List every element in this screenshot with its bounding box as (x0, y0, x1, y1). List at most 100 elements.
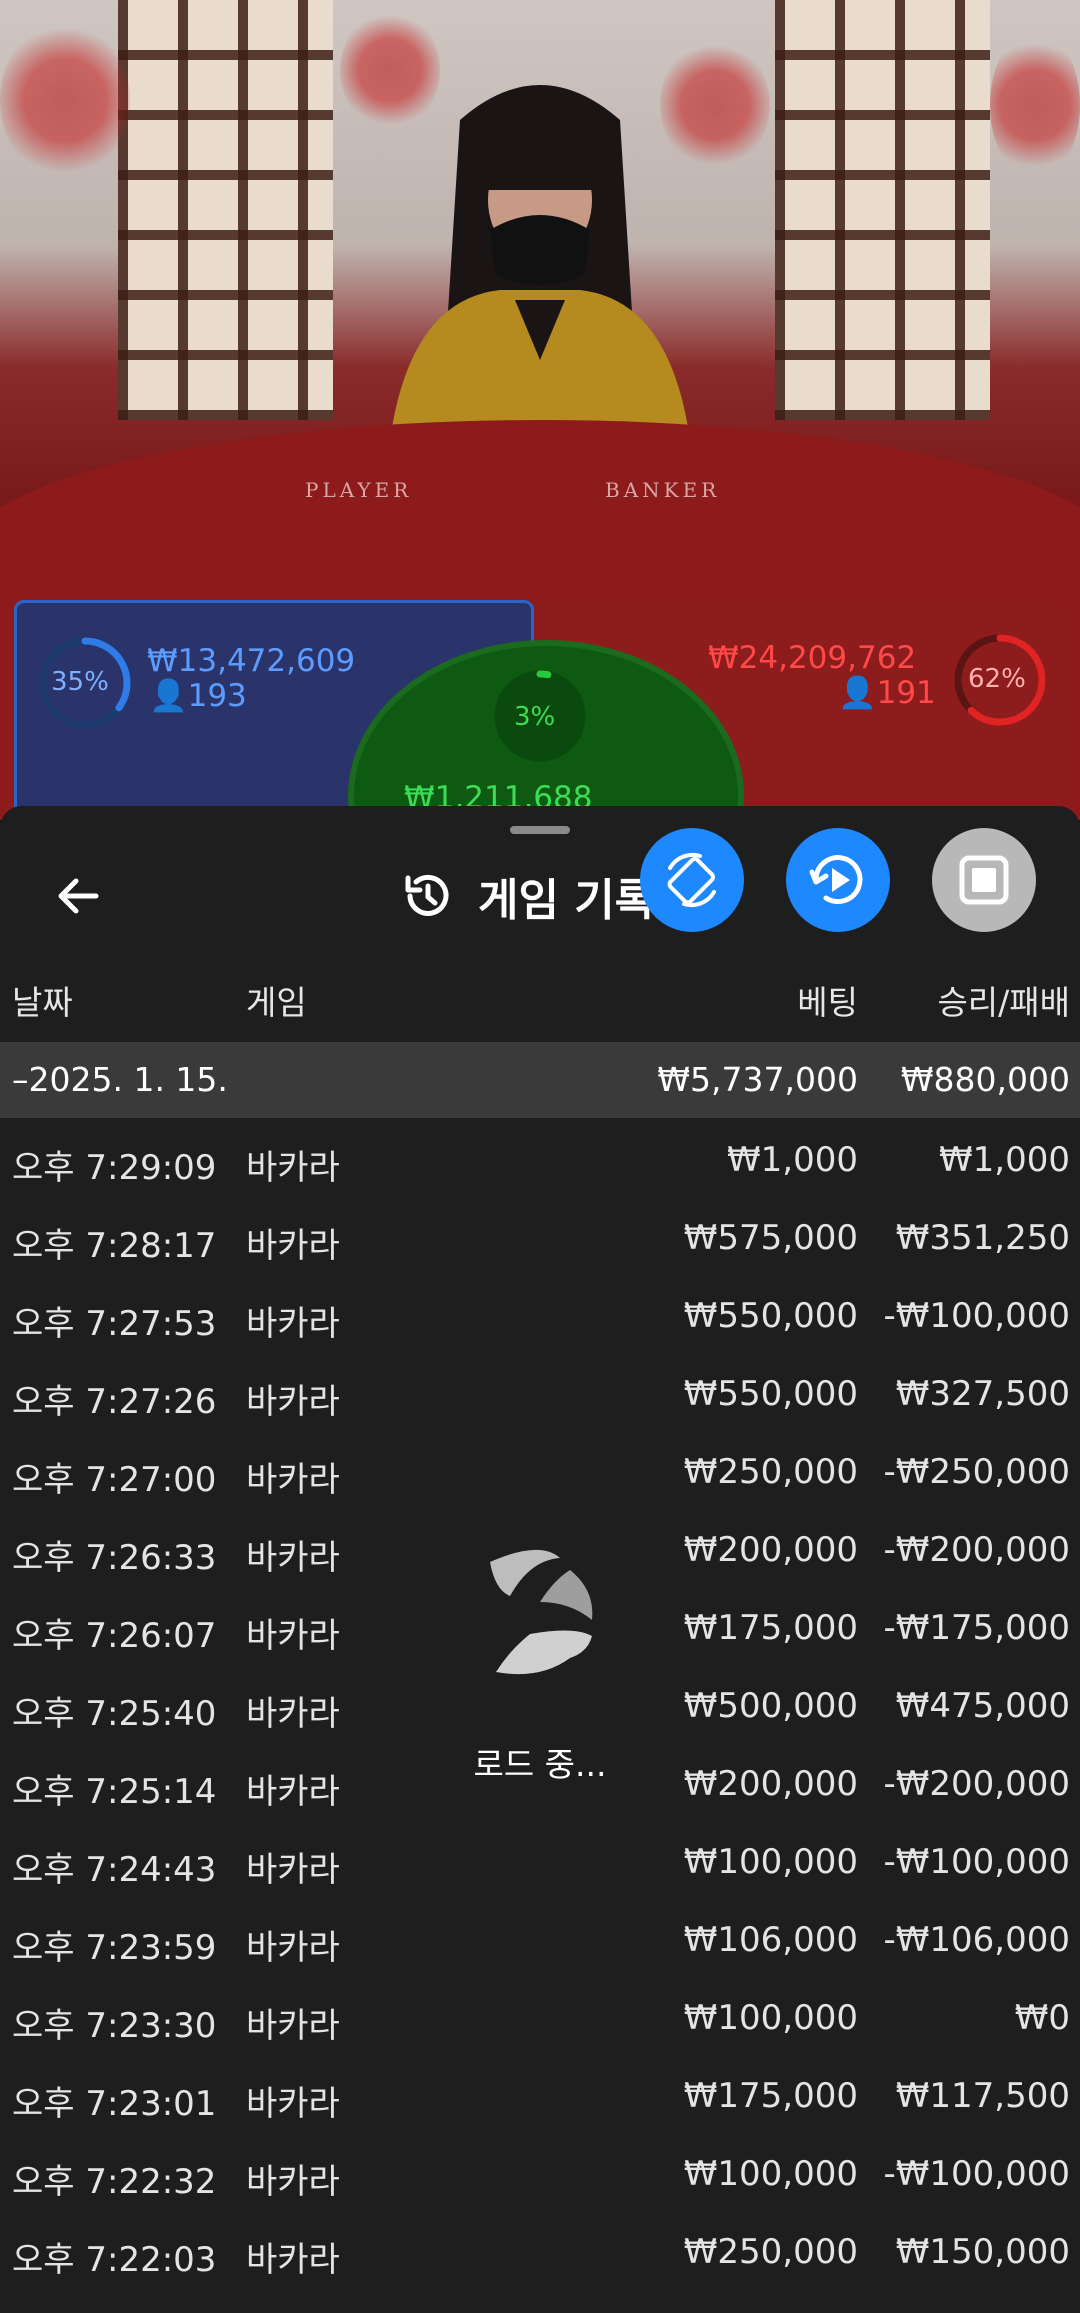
date-group-row[interactable]: –2025. 1. 15. ₩5,737,000 ₩880,000 (0, 1042, 1080, 1118)
row-game: 바카라 (246, 2006, 340, 2046)
banker-bet-amount: ₩24,209,762 (708, 640, 917, 676)
column-header-date[interactable]: 날짜 (12, 976, 73, 1026)
banker-count: 191 (876, 675, 936, 711)
row-game: 바카라 (246, 1538, 340, 1578)
column-header-bet[interactable]: 베팅 (797, 976, 858, 1026)
row-time: 오후 7:26:07 (12, 1616, 217, 1656)
row-result: ₩351,250 (895, 1218, 1070, 1258)
history-icon (405, 874, 449, 916)
replay-icon (809, 855, 863, 905)
column-header-result[interactable]: 승리/패배 (937, 976, 1070, 1026)
row-bet: ₩100,000 (683, 1998, 858, 2038)
row-time: 오후 7:26:33 (12, 1538, 217, 1578)
row-bet: ₩500,000 (683, 1686, 858, 1726)
player-percent: 35% (51, 667, 109, 697)
sheet-drag-handle[interactable] (510, 826, 570, 834)
history-row[interactable]: 오후 7:22:03 바카라 ₩250,000 ₩150,000 (0, 2218, 1080, 2296)
history-row[interactable]: 오후 7:29:09 바카라 ₩1,000 ₩1,000 (0, 1126, 1080, 1204)
row-game: 바카라 (246, 1694, 340, 1734)
row-game: 바카라 (246, 2162, 340, 2202)
row-result: ₩150,000 (895, 2232, 1070, 2272)
history-row[interactable]: 오후 7:23:30 바카라 ₩100,000 ₩0 (0, 1984, 1080, 2062)
row-time: 오후 7:27:26 (12, 1382, 217, 1422)
row-bet: ₩550,000 (683, 1296, 858, 1336)
row-bet: ₩200,000 (683, 1530, 858, 1570)
banker-count-row: 👤191 (838, 674, 936, 711)
row-game: 바카라 (246, 1928, 340, 1968)
row-time: 오후 7:23:30 (12, 2006, 217, 2046)
row-bet: ₩175,000 (683, 1608, 858, 1648)
row-game: 바카라 (246, 2084, 340, 2124)
history-row[interactable]: 오후 7:27:00 바카라 ₩250,000 -₩250,000 (0, 1438, 1080, 1516)
decor-screen-right (775, 0, 990, 420)
loading-text: 로드 중... (473, 1745, 607, 1784)
row-time: 오후 7:22:03 (12, 2240, 217, 2280)
row-result: ₩1,000 (939, 1140, 1070, 1180)
row-time: 오후 7:25:14 (12, 1772, 217, 1812)
banker-percent: 62% (968, 664, 1026, 694)
row-bet: ₩550,000 (683, 1374, 858, 1414)
loading-spinner-icon (490, 1549, 593, 1675)
row-result: -₩100,000 (883, 1842, 1071, 1882)
row-game: 바카라 (246, 1382, 340, 1422)
arrow-left-icon[interactable] (48, 866, 108, 926)
row-result: -₩100,000 (883, 1296, 1071, 1336)
player-bet-amount: ₩13,472,609 (147, 643, 356, 679)
decor-blossom (0, 20, 130, 180)
live-video: PLAYER BANKER 35% ₩13,472,609 👤193 ₩24,2… (0, 0, 1080, 820)
row-bet: ₩100,000 (683, 2154, 858, 2194)
user-icon: 👤 (149, 678, 188, 714)
row-game: 바카라 (246, 1304, 340, 1344)
history-row[interactable]: 오후 7:23:01 바카라 ₩175,000 ₩117,500 (0, 2062, 1080, 2140)
row-result: ₩117,500 (895, 2076, 1070, 2116)
group-bet-total: ₩5,737,000 (657, 1060, 858, 1099)
history-row[interactable]: 오후 7:28:17 바카라 ₩575,000 ₩351,250 (0, 1204, 1080, 1282)
row-game: 바카라 (246, 2240, 340, 2280)
rotate-device-icon (667, 852, 716, 908)
user-icon: 👤 (838, 675, 877, 711)
column-header-game[interactable]: 게임 (246, 976, 307, 1026)
row-time: 오후 7:25:40 (12, 1694, 217, 1734)
row-bet: ₩1,000 (727, 1140, 858, 1180)
row-result: -₩106,000 (883, 1920, 1071, 1960)
history-row[interactable]: 오후 7:24:43 바카라 ₩100,000 -₩100,000 (0, 1828, 1080, 1906)
row-bet: ₩175,000 (683, 2076, 858, 2116)
rotate-button[interactable] (640, 828, 744, 932)
row-result: -₩200,000 (883, 1764, 1071, 1804)
decor-blossom (990, 30, 1080, 180)
player-table-label: PLAYER (305, 478, 413, 502)
row-result: ₩327,500 (895, 1374, 1070, 1414)
row-time: 오후 7:29:09 (12, 1148, 217, 1188)
dealer-figure (390, 85, 690, 477)
row-result: ₩475,000 (895, 1686, 1070, 1726)
stop-button[interactable] (932, 828, 1036, 932)
row-time: 오후 7:28:17 (12, 1226, 217, 1266)
row-result: -₩200,000 (883, 1530, 1071, 1570)
stop-icon (959, 855, 1009, 905)
tie-percent: 3% (514, 702, 556, 732)
row-time: 오후 7:24:43 (12, 1850, 217, 1890)
player-count-row: 👤193 (149, 677, 247, 714)
history-row[interactable]: 오후 7:27:53 바카라 ₩550,000 -₩100,000 (0, 1282, 1080, 1360)
row-time: 오후 7:27:00 (12, 1460, 217, 1500)
row-bet: ₩575,000 (683, 1218, 858, 1258)
row-bet: ₩106,000 (683, 1920, 858, 1960)
banker-table-label: BANKER (605, 478, 721, 502)
row-game: 바카라 (246, 1616, 340, 1656)
sheet-title-text: 게임 기록 (478, 875, 656, 926)
row-time: 오후 7:23:01 (12, 2084, 217, 2124)
row-result: -₩250,000 (883, 1452, 1071, 1492)
row-game: 바카라 (246, 1226, 340, 1266)
game-history-sheet: 게임 기록 날짜 게임 베팅 승리/패배 –2025. 1. 15. ₩5,73… (0, 806, 1080, 2313)
row-result: ₩0 (1014, 1998, 1070, 2038)
group-date: –2025. 1. 15. (12, 1060, 228, 1099)
history-row[interactable]: 오후 7:22:32 바카라 ₩100,000 -₩100,000 (0, 2140, 1080, 2218)
row-bet: ₩100,000 (683, 1842, 858, 1882)
player-count: 193 (187, 678, 247, 714)
history-row[interactable]: 오후 7:27:26 바카라 ₩550,000 ₩327,500 (0, 1360, 1080, 1438)
history-row[interactable]: 오후 7:23:59 바카라 ₩106,000 -₩106,000 (0, 1906, 1080, 1984)
row-bet: ₩250,000 (683, 1452, 858, 1492)
row-result: -₩100,000 (883, 2154, 1071, 2194)
row-result: -₩175,000 (883, 1608, 1071, 1648)
replay-button[interactable] (786, 828, 890, 932)
